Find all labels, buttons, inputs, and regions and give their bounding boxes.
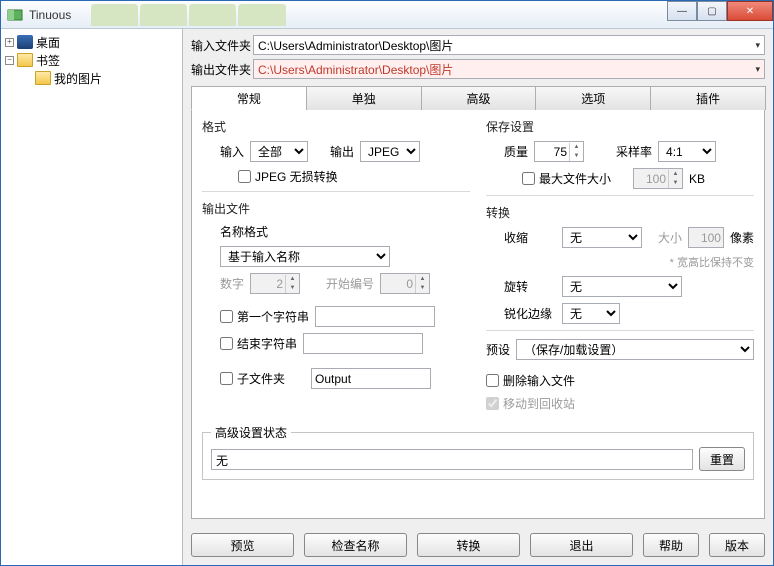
- app-icon: [7, 7, 23, 23]
- tab-options[interactable]: 选项: [535, 86, 651, 110]
- convert-button[interactable]: 转换: [417, 533, 520, 557]
- check-name-button[interactable]: 检查名称: [304, 533, 407, 557]
- tree-item-mypics[interactable]: 我的图片: [3, 69, 180, 87]
- quality-label: 质量: [504, 143, 528, 160]
- tree-label: 书签: [36, 52, 60, 69]
- minimize-button[interactable]: —: [667, 1, 697, 21]
- ratio-hint: * 宽高比保持不变: [670, 254, 754, 270]
- delete-input-checkbox[interactable]: 删除输入文件: [486, 372, 575, 389]
- bg-tab: [91, 4, 138, 26]
- bottom-toolbar: 预览 检查名称 转换 退出 帮助 版本: [183, 525, 773, 565]
- outfile-group-title: 输出文件: [202, 200, 470, 217]
- reset-button[interactable]: 重置: [699, 447, 745, 471]
- tree-label: 我的图片: [54, 70, 102, 87]
- help-button[interactable]: 帮助: [643, 533, 699, 557]
- desktop-icon: [17, 35, 33, 49]
- input-folder-label: 输入文件夹: [191, 37, 253, 54]
- bg-tab: [189, 4, 236, 26]
- bg-tab: [140, 4, 187, 26]
- sharpen-select[interactable]: 无: [562, 303, 620, 324]
- expand-icon[interactable]: +: [5, 38, 14, 47]
- input-folder-combo[interactable]: C:\Users\Administrator\Desktop\图片 ▾: [253, 35, 765, 55]
- format-group-title: 格式: [202, 118, 470, 135]
- exit-button[interactable]: 退出: [530, 533, 633, 557]
- preset-select[interactable]: （保存/加载设置）: [516, 339, 754, 360]
- general-panel: 格式 输入 全部 输出 JPEG JPEG 无损转换 输出文件: [191, 110, 765, 519]
- chevron-down-icon: ▾: [755, 40, 760, 51]
- tree-label: 桌面: [36, 34, 60, 51]
- px-label: 像素: [730, 229, 754, 246]
- maximize-button[interactable]: ▢: [697, 1, 727, 21]
- recycle-checkbox: 移动到回收站: [486, 395, 575, 412]
- first-string-input[interactable]: [315, 306, 435, 327]
- input-format-select[interactable]: 全部: [250, 141, 308, 162]
- name-format-label: 名称格式: [220, 223, 268, 240]
- folder-icon: [17, 53, 33, 67]
- end-string-checkbox[interactable]: 结束字符串: [220, 335, 297, 352]
- size-label: 大小: [658, 229, 682, 246]
- advanced-status-fieldset: 高级设置状态 无 重置: [202, 424, 754, 480]
- end-string-input[interactable]: [303, 333, 423, 354]
- version-button[interactable]: 版本: [709, 533, 765, 557]
- input-format-label: 输入: [220, 143, 244, 160]
- chevron-down-icon: ▾: [755, 64, 760, 75]
- tab-advanced[interactable]: 高级: [421, 86, 537, 110]
- folder-icon: [35, 71, 51, 85]
- name-format-select[interactable]: 基于输入名称: [220, 246, 390, 267]
- digits-label: 数字: [220, 275, 244, 292]
- shrink-select[interactable]: 无: [562, 227, 642, 248]
- sharpen-label: 锐化边缘: [504, 305, 556, 322]
- size-spinner: [688, 227, 724, 248]
- tree-item-desktop[interactable]: + 桌面: [3, 33, 180, 51]
- output-folder-value: C:\Users\Administrator\Desktop\图片: [258, 61, 453, 78]
- shrink-label: 收缩: [504, 229, 556, 246]
- close-button[interactable]: ✕: [727, 1, 773, 21]
- folder-tree: + 桌面 − 书签 我的图片: [1, 29, 183, 565]
- jpeg-lossless-checkbox[interactable]: JPEG 无损转换: [238, 168, 338, 185]
- digits-spinner: ▲▼: [250, 273, 300, 294]
- preset-label: 预设: [486, 341, 510, 358]
- titlebar: Tinuous — ▢ ✕: [1, 1, 773, 29]
- output-folder-combo[interactable]: C:\Users\Administrator\Desktop\图片 ▾: [253, 59, 765, 79]
- tab-general[interactable]: 常规: [191, 86, 307, 110]
- output-format-label: 输出: [330, 143, 354, 160]
- tab-plugins[interactable]: 插件: [650, 86, 766, 110]
- tab-single[interactable]: 单独: [306, 86, 422, 110]
- startnum-label: 开始编号: [326, 275, 374, 292]
- window-title: Tinuous: [29, 8, 71, 22]
- output-format-select[interactable]: JPEG: [360, 141, 420, 162]
- advanced-status-legend: 高级设置状态: [211, 424, 291, 441]
- subfolder-checkbox[interactable]: 子文件夹: [220, 370, 285, 387]
- collapse-icon[interactable]: −: [5, 56, 14, 65]
- maxsize-spinner: ▲▼: [633, 168, 683, 189]
- tab-bar: 常规 单独 高级 选项 插件: [191, 85, 765, 110]
- sample-select[interactable]: 4:1: [658, 141, 716, 162]
- preview-button[interactable]: 预览: [191, 533, 294, 557]
- rotate-label: 旋转: [504, 278, 556, 295]
- first-string-checkbox[interactable]: 第一个字符串: [220, 308, 309, 325]
- rotate-select[interactable]: 无: [562, 276, 682, 297]
- input-folder-value: C:\Users\Administrator\Desktop\图片: [258, 37, 453, 54]
- startnum-spinner: ▲▼: [380, 273, 430, 294]
- save-group-title: 保存设置: [486, 118, 754, 135]
- tree-item-bookmarks[interactable]: − 书签: [3, 51, 180, 69]
- subfolder-input[interactable]: [311, 368, 431, 389]
- output-folder-label: 输出文件夹: [191, 61, 253, 78]
- quality-spinner[interactable]: ▲▼: [534, 141, 584, 162]
- kb-label: KB: [689, 172, 705, 186]
- bg-tab: [238, 4, 285, 26]
- advanced-status-value: 无: [211, 449, 693, 470]
- maxsize-checkbox[interactable]: 最大文件大小: [522, 170, 611, 187]
- sample-label: 采样率: [616, 143, 652, 160]
- convert-group-title: 转换: [486, 204, 754, 221]
